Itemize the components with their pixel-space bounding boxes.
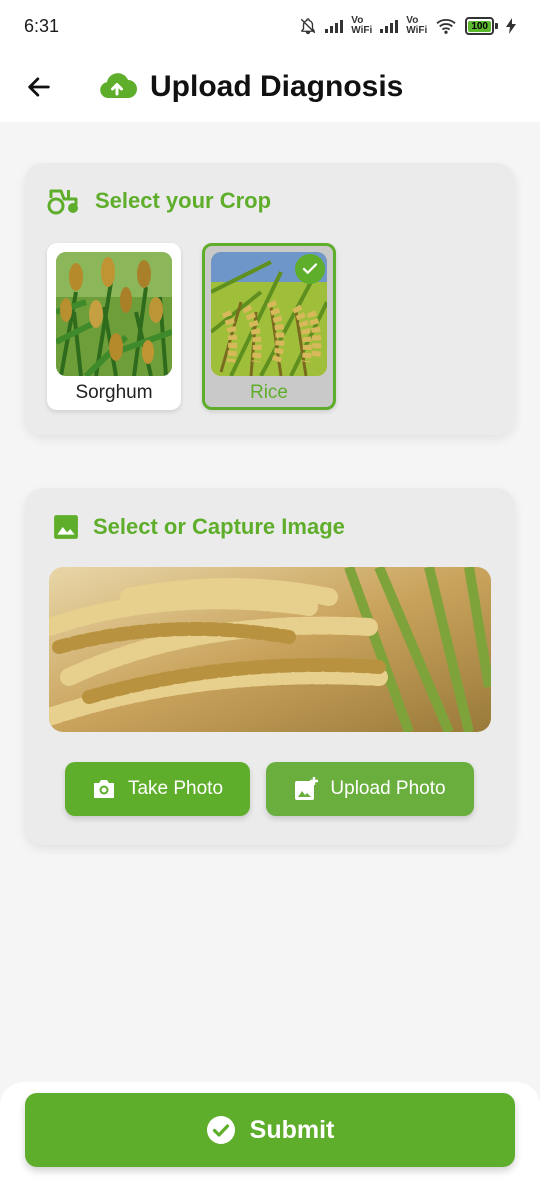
submit-button[interactable]: Submit bbox=[25, 1093, 515, 1167]
charging-icon bbox=[506, 18, 516, 34]
crop-section-title: Select your Crop bbox=[95, 188, 272, 213]
take-photo-label: Take Photo bbox=[127, 778, 224, 799]
crop-option-rice[interactable]: Rice bbox=[202, 243, 336, 410]
app-bar: Upload Diagnosis bbox=[0, 52, 540, 122]
upload-photo-button[interactable]: Upload Photo bbox=[266, 762, 474, 816]
status-time: 6:31 bbox=[24, 15, 60, 36]
back-button[interactable] bbox=[22, 70, 56, 104]
crop-section-header: Select your Crop bbox=[47, 187, 271, 215]
cloud-upload-icon bbox=[100, 73, 137, 98]
vowifi-label-2: Vo WiFi bbox=[406, 15, 428, 36]
battery-icon: 100 bbox=[465, 17, 498, 35]
signal-icon bbox=[325, 19, 344, 33]
selected-check-icon bbox=[295, 254, 325, 284]
arrow-left-icon bbox=[28, 77, 50, 97]
wifi-icon bbox=[436, 19, 456, 34]
image-icon bbox=[54, 515, 78, 539]
check-circle-icon bbox=[206, 1116, 235, 1144]
crop-label: Sorghum bbox=[75, 382, 153, 403]
page-title: Upload Diagnosis bbox=[150, 70, 404, 103]
add-photo-icon bbox=[295, 777, 319, 800]
battery-level: 100 bbox=[468, 21, 491, 32]
bell-off-icon bbox=[301, 18, 316, 35]
image-section-title: Select or Capture Image bbox=[93, 514, 345, 539]
submit-label: Submit bbox=[249, 1115, 335, 1144]
image-section-header: Select or Capture Image bbox=[53, 514, 345, 540]
take-photo-button[interactable]: Take Photo bbox=[65, 762, 250, 816]
status-icons: Vo WiFi Vo WiFi 100 bbox=[299, 16, 516, 36]
crop-selection-card: Select your Crop Sorghum Rice bbox=[25, 163, 515, 435]
signal-icon-2 bbox=[380, 19, 399, 33]
upload-photo-label: Upload Photo bbox=[330, 778, 446, 799]
vowifi-label: Vo WiFi bbox=[351, 15, 373, 36]
camera-icon bbox=[93, 780, 114, 798]
sorghum-image bbox=[56, 252, 172, 376]
image-preview bbox=[49, 567, 491, 732]
crop-option-sorghum[interactable]: Sorghum bbox=[47, 243, 181, 410]
status-bar: 6:31 Vo WiFi Vo WiFi 100 bbox=[0, 0, 540, 52]
crop-label: Rice bbox=[249, 382, 288, 403]
image-selection-card: Select or Capture Image Take Photo Uploa… bbox=[25, 488, 515, 845]
tractor-icon bbox=[47, 189, 78, 215]
